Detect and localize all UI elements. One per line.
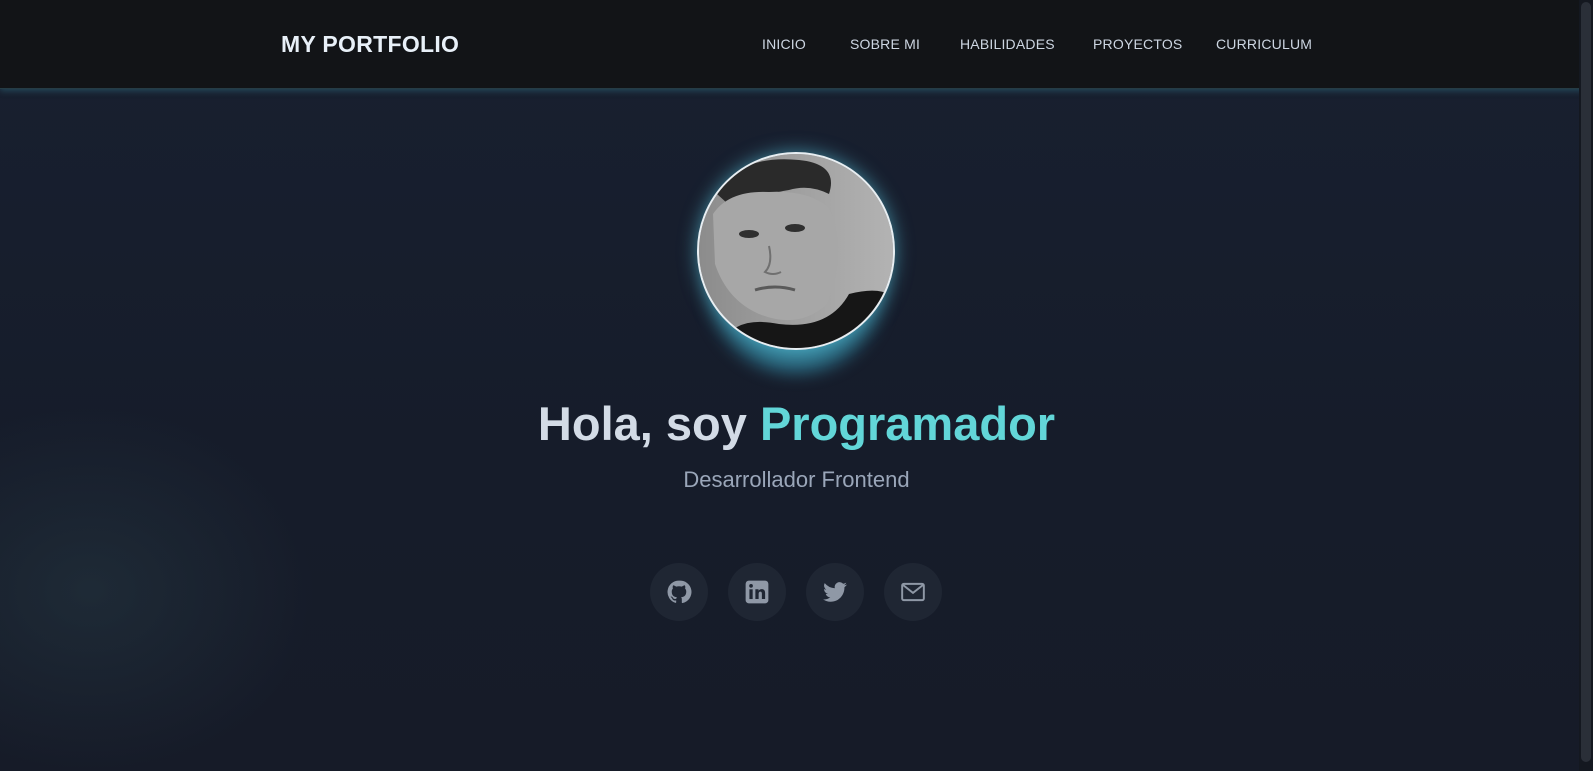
social-links: [0, 563, 1593, 621]
twitter-button[interactable]: [806, 563, 864, 621]
linkedin-button[interactable]: [728, 563, 786, 621]
nav-link-habilidades[interactable]: HABILIDADES: [960, 36, 1055, 52]
hero-title-prefix: Hola, soy: [537, 397, 760, 450]
avatar-container: [697, 152, 895, 374]
twitter-icon: [823, 582, 847, 602]
page: MY PORTFOLIO INICIO SOBRE MI HABILIDADES…: [0, 0, 1593, 771]
github-button[interactable]: [650, 563, 708, 621]
mail-button[interactable]: [884, 563, 942, 621]
hero-title-accent: Programador: [759, 397, 1056, 450]
page-scrollbar[interactable]: [1579, 0, 1593, 771]
profile-photo: [699, 154, 893, 348]
nav-link-curriculum[interactable]: CURRICULUM: [1216, 36, 1312, 52]
nav-link-proyectos[interactable]: PROYECTOS: [1093, 36, 1182, 52]
top-navbar: MY PORTFOLIO INICIO SOBRE MI HABILIDADES…: [0, 0, 1593, 89]
nav-link-sobre-mi[interactable]: SOBRE MI: [850, 36, 920, 52]
mail-icon: [901, 582, 925, 602]
nav-link-inicio[interactable]: INICIO: [762, 36, 806, 52]
github-icon: [667, 580, 692, 604]
main-nav: INICIO SOBRE MI HABILIDADES PROYECTOS CU…: [0, 36, 1593, 56]
avatar: [697, 152, 895, 350]
hero-subtitle: Desarrollador Frontend: [683, 467, 910, 492]
linkedin-icon: [745, 580, 769, 604]
hero-title: Hola, soy Programador: [0, 396, 1593, 451]
scrollbar-thumb[interactable]: [1581, 2, 1591, 762]
